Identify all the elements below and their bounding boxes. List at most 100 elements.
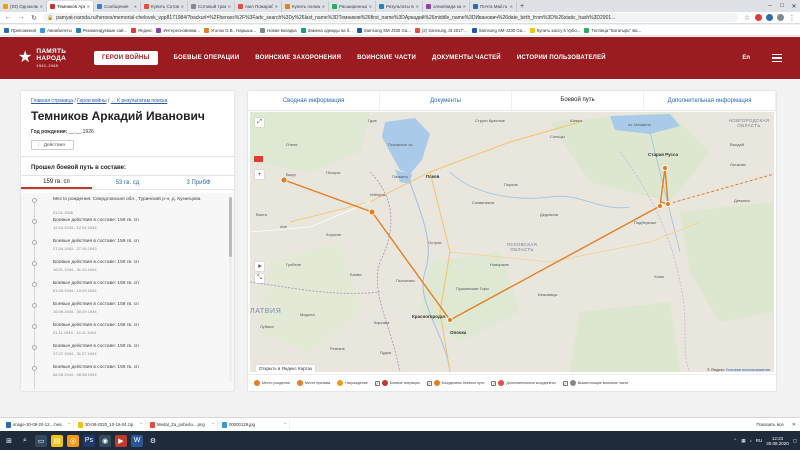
new-tab-button[interactable]: + <box>517 1 527 12</box>
bookmark-item[interactable]: Яндекс <box>131 27 152 33</box>
keyboard-lang[interactable]: RU <box>756 438 763 443</box>
unit-tab[interactable]: 3 ПрибФ <box>163 176 234 189</box>
map-terms-link[interactable]: Условия использования <box>726 367 770 372</box>
browser-tab[interactable]: Сотовый тракори✕ <box>188 1 235 12</box>
bookmark-item[interactable]: Теплица "Богатырь" Ба... <box>584 27 641 33</box>
minimize-button[interactable]: – <box>764 3 776 9</box>
browser-tab[interactable]: Почта Mail.ru ✕ <box>470 1 517 12</box>
scrollbar-thumb[interactable] <box>229 197 232 257</box>
word-icon[interactable]: W <box>131 434 143 447</box>
show-all-downloads-button[interactable]: Показать все <box>756 422 783 427</box>
combat-path-map[interactable]: Гдов Струги Красные Шимск оз. Ильмень Пс… <box>250 112 774 372</box>
legend-checkbox[interactable]: ✓ <box>562 380 568 386</box>
nav-item[interactable]: ВОИНСКИЕ ЗАХОРОНЕНИЯ <box>255 55 341 61</box>
legend-item[interactable]: Награждение <box>337 380 368 386</box>
unit-tab[interactable]: 159 гв. сп <box>21 176 92 189</box>
chevron-up-icon[interactable]: ⌃ <box>212 422 215 427</box>
reload-icon[interactable]: ↻ <box>30 14 38 22</box>
nav-item[interactable]: ДОКУМЕНТЫ ЧАСТЕЙ <box>432 55 501 61</box>
notifications-icon[interactable]: ▢ <box>793 438 797 444</box>
browser-tab[interactable]: Амл Пожаработ✕ <box>235 1 282 12</box>
profile-avatar-icon[interactable] <box>777 14 784 21</box>
close-window-button[interactable]: ✕ <box>788 3 800 10</box>
crumb-home-link[interactable]: Главная страница <box>31 98 73 104</box>
photoshop-icon[interactable]: Ps <box>83 434 95 447</box>
ok-app-icon[interactable]: ◎ <box>67 434 79 447</box>
tab-close-icon[interactable]: ✕ <box>463 4 466 9</box>
tray-chevron-icon[interactable]: ⌃ <box>733 438 737 444</box>
nav-item[interactable]: ГЕРОИ ВОЙНЫ <box>94 51 158 65</box>
details-tab[interactable]: Документы <box>380 91 512 110</box>
download-item[interactable]: 00000129.jpg ⌃ <box>220 419 290 430</box>
back-to-results-link[interactable]: ← К результатам поиска <box>111 98 168 104</box>
browser-tab[interactable]: (93) Одноклассники✕ <box>0 1 47 12</box>
legend-item[interactable]: Место призыва <box>296 380 330 386</box>
browser-tab[interactable]: Купить полиарт✕ <box>282 1 329 12</box>
map-fullscreen-icon[interactable]: ⤢ <box>255 118 264 127</box>
map-ruler-icon[interactable]: ⤡ <box>255 274 264 283</box>
download-item[interactable]: Medal_Za_pobedu....png ⌃ <box>148 419 218 430</box>
bookmark-star-icon[interactable]: ☆ <box>743 14 751 22</box>
bookmark-item[interactable]: Рекомендуемые сай... <box>75 27 127 33</box>
back-icon[interactable]: ← <box>4 14 12 21</box>
network-icon[interactable]: ▦ <box>741 438 745 444</box>
browser-tab[interactable]: Темников Аркади✕ <box>47 1 94 12</box>
bookmark-item[interactable]: Samsung SM-J330 Ga... <box>356 27 411 33</box>
legend-checkbox[interactable]: ✓ <box>491 380 497 386</box>
bookmark-item[interactable]: Интересновинки... <box>156 27 200 33</box>
browser-tab[interactable]: Купить Сотовый✕ <box>141 1 188 12</box>
tab-close-icon[interactable]: ✕ <box>181 4 184 9</box>
details-tab[interactable]: Боевой путь <box>512 91 644 110</box>
details-tab[interactable]: Сводная информация <box>248 91 380 110</box>
details-tab[interactable]: Дополнительная информация <box>644 91 776 110</box>
legend-item[interactable]: ✓ Координаты боевого пути <box>426 380 484 386</box>
crumb-heroes-link[interactable]: Герои войны <box>77 98 106 104</box>
site-logo[interactable]: ★ ПАМЯТЬ НАРОДА 1941-1945 <box>18 48 84 69</box>
clock[interactable]: 12:23 30.08.2020 <box>766 436 789 446</box>
nav-item[interactable]: БОЕВЫЕ ОПЕРАЦИИ <box>174 55 240 61</box>
nav-item[interactable]: ИСТОРИИ ПОЛЬЗОВАТЕЛЕЙ <box>517 55 606 61</box>
url-input[interactable]: 🔒 pamyat-naroda.ru/heroes/memorial-chelo… <box>43 13 738 22</box>
bookmark-item[interactable]: Купить кассу в Урбо... <box>529 27 580 33</box>
tab-close-icon[interactable]: ✕ <box>322 4 325 9</box>
extension-blue-icon[interactable] <box>766 14 773 21</box>
tab-close-icon[interactable]: ✕ <box>134 4 137 9</box>
tab-close-icon[interactable]: ✕ <box>510 4 513 9</box>
bookmark-item[interactable]: Новая вкладка <box>260 27 297 33</box>
actions-button[interactable]: ⋮ Действия <box>31 140 74 150</box>
legend-checkbox[interactable]: ✓ <box>374 380 380 386</box>
tab-close-icon[interactable]: ✕ <box>87 4 90 9</box>
tab-close-icon[interactable]: ✕ <box>228 4 231 9</box>
extension-red-icon[interactable] <box>755 14 762 21</box>
map-zoom-in-button[interactable]: + <box>255 170 264 179</box>
windows-start-icon[interactable]: ⊞ <box>3 435 15 447</box>
bookmark-item[interactable]: Samsung SM-J330 Ga... <box>471 27 526 33</box>
chevron-up-icon[interactable]: ⌃ <box>284 422 287 427</box>
download-item[interactable]: 30-08-2020_10-16-04.zip ⌃ <box>76 419 146 430</box>
browser-tab[interactable]: Сообщения ✕ <box>94 1 141 12</box>
browser-tab[interactable]: Результаты поиск✕ <box>376 1 423 12</box>
search-icon[interactable]: ⌕ <box>19 435 31 447</box>
forward-icon[interactable]: → <box>17 14 25 21</box>
download-item[interactable]: image-30-08-20-12....heic ⌃ <box>4 419 74 430</box>
legend-item[interactable]: ✓ Дополнительные координаты <box>491 380 556 386</box>
tab-close-icon[interactable]: ✕ <box>40 4 43 9</box>
bookmark-item[interactable]: Приложения <box>4 27 36 33</box>
tab-close-icon[interactable]: ✕ <box>275 4 278 9</box>
chevron-up-icon[interactable]: ⌃ <box>140 422 143 427</box>
hamburger-menu-icon[interactable] <box>772 54 782 62</box>
legend-item[interactable]: ✓ Боевые операции <box>374 380 420 386</box>
volume-icon[interactable]: ♪ <box>749 438 751 443</box>
legend-item[interactable]: ✓ Вышестоящие воинские части <box>562 380 628 386</box>
chevron-up-icon[interactable]: ⌃ <box>68 422 71 427</box>
timeline-scrollbar[interactable] <box>229 197 232 382</box>
open-in-yandex-maps-link[interactable]: Открыть в Яндекс Картах <box>256 365 316 372</box>
bookmark-item[interactable]: Авиабилеты <box>40 27 72 33</box>
close-downloads-icon[interactable]: ✕ <box>792 422 796 428</box>
map-geolocate-icon[interactable]: ➤ <box>255 262 264 271</box>
browser-tab[interactable]: Расширенный по✕ <box>329 1 376 12</box>
media-icon[interactable]: ▶ <box>115 434 127 447</box>
menu-kebab-icon[interactable]: ⋮ <box>788 14 796 22</box>
bookmark-item[interactable]: Уголок О.В., Нарышк... <box>203 27 256 33</box>
settings-icon[interactable]: ⚙ <box>147 435 159 447</box>
